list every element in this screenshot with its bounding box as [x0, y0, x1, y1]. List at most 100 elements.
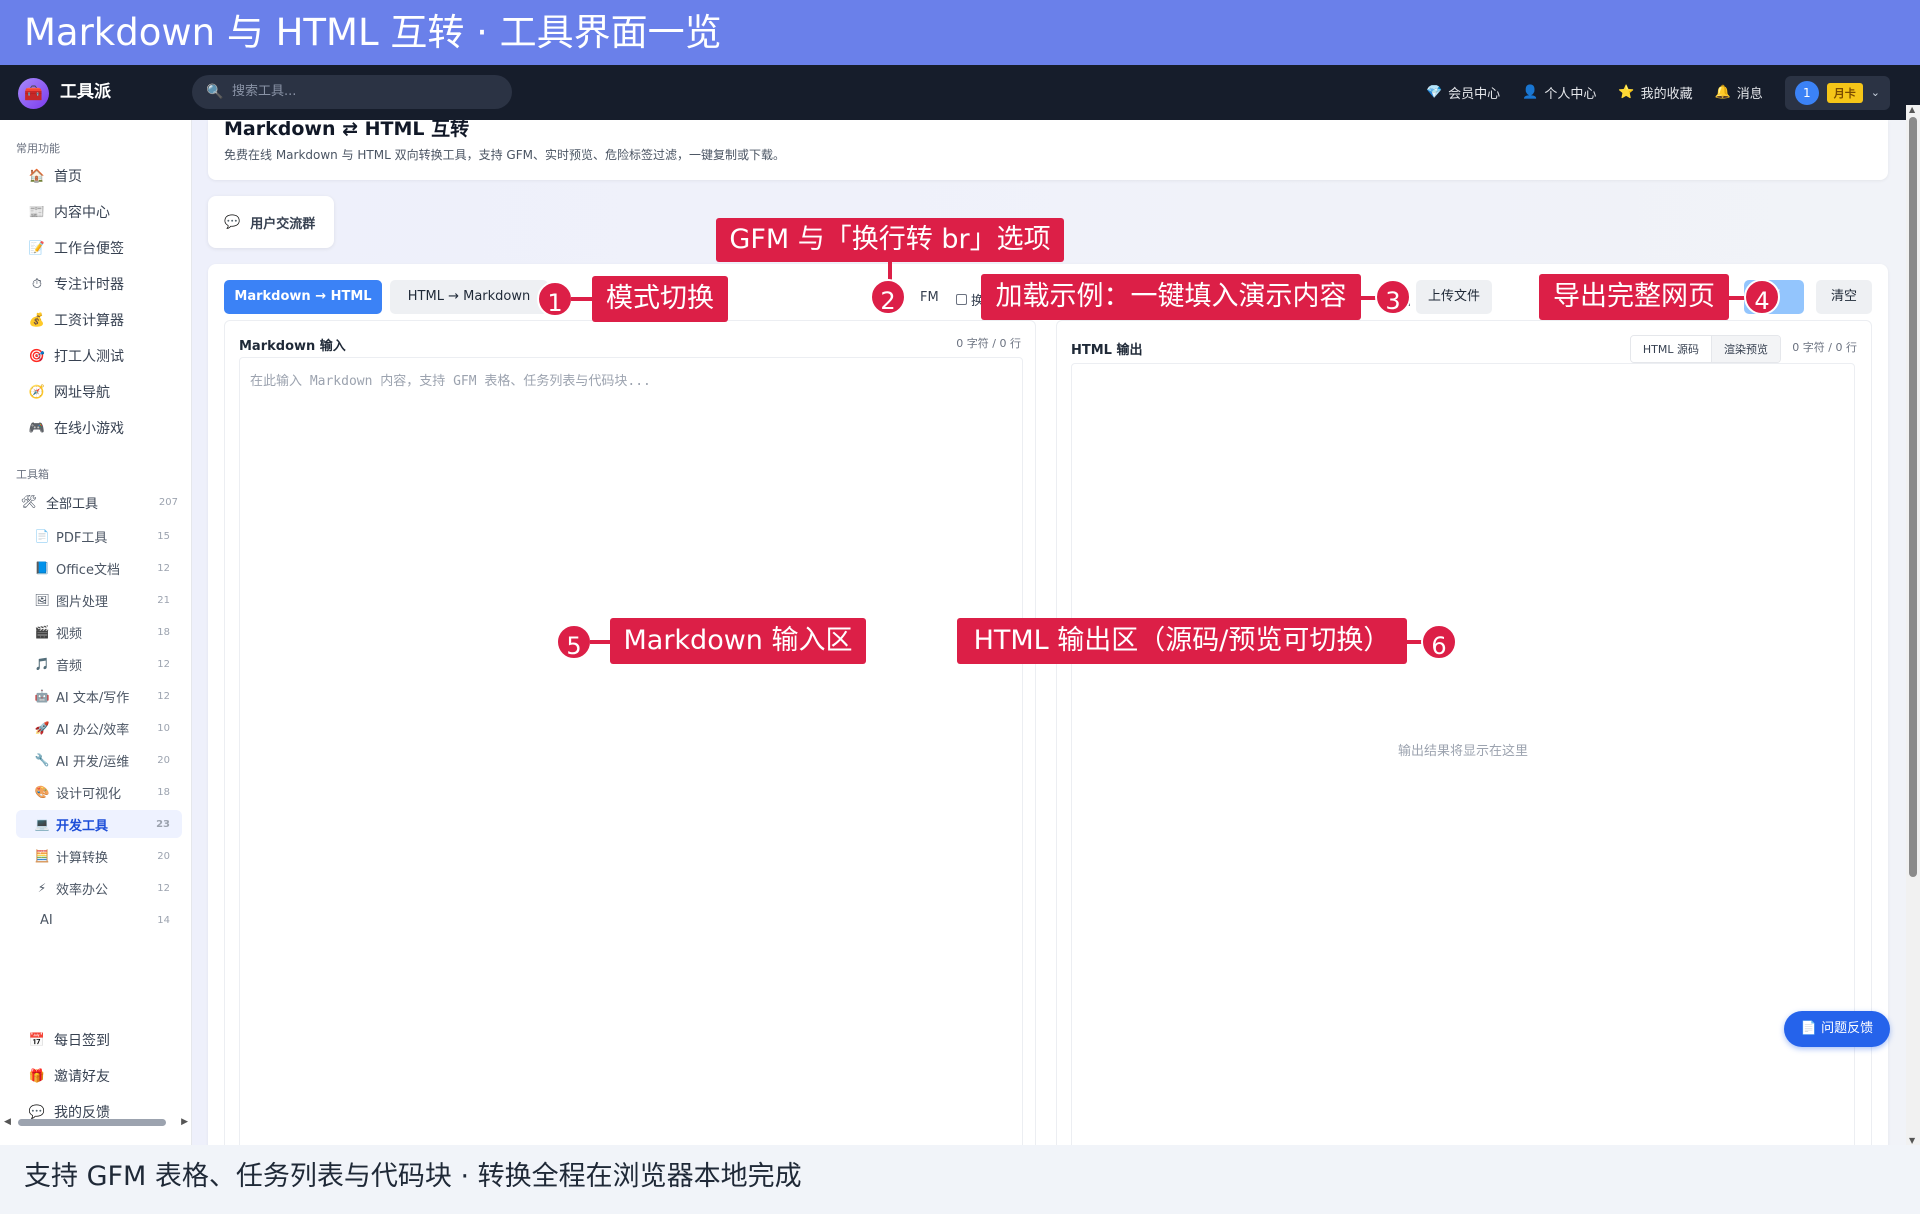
bottom-caption: 支持 GFM 表格、任务列表与代码块 · 转换全程在浏览器本地完成: [0, 1145, 1920, 1214]
annotation-connector: [571, 297, 593, 301]
gfm-option[interactable]: FM: [920, 290, 939, 305]
upload-file-button[interactable]: 上传文件: [1416, 280, 1492, 314]
user-menu[interactable]: 1 月卡 ⌄: [1784, 75, 1890, 110]
picture-icon: 🖼: [34, 593, 50, 607]
tab-render-preview[interactable]: 渲染预览: [1712, 336, 1780, 362]
nav-vip[interactable]: 💎 会员中心: [1426, 83, 1500, 102]
checkbox[interactable]: [956, 294, 967, 305]
scroll-down-icon[interactable]: ▼: [1909, 1136, 1915, 1145]
user-icon: 👤: [1522, 85, 1539, 100]
markdown-input[interactable]: 在此输入 Markdown 内容，支持 GFM 表格、任务列表与代码块...: [239, 357, 1023, 1145]
annotation-marker-6: 6: [1421, 624, 1457, 660]
annotation-label-1: 模式切换: [592, 276, 728, 322]
abacus-icon: 🧮: [34, 849, 50, 863]
nav-profile[interactable]: 👤 个人中心: [1522, 83, 1596, 102]
nav-favorites-label: 我的收藏: [1640, 87, 1693, 102]
scroll-right-icon[interactable]: ▶: [181, 1117, 188, 1127]
converter-card: Markdown → HTML HTML → Markdown FM 换行 例 …: [208, 264, 1888, 1145]
sidebar-category-audio[interactable]: 🎵 音频 12: [16, 650, 182, 678]
membership-badge: 月卡: [1826, 82, 1863, 103]
sidebar-item-all-tools[interactable]: 🛠 全部工具 207: [16, 486, 182, 518]
speech-bubble-icon: 💬: [28, 1104, 46, 1120]
category-count: 12: [157, 690, 170, 702]
feedback-button[interactable]: 📄 问题反馈: [1784, 1011, 1890, 1047]
sidebar-category-dev-tools[interactable]: 💻 开发工具 23: [16, 810, 182, 838]
logo-icon[interactable]: 🧰: [18, 78, 49, 109]
sidebar: 常用功能 🏠 首页 📰 内容中心 📝 工作台便签 ⏱ 专注计时器 💰 工资计算器 🎯 打工人…: [0, 120, 192, 1145]
sidebar-category-convert[interactable]: 🧮 计算转换 20: [16, 842, 182, 870]
sidebar-item-label: 邀请好友: [54, 1069, 110, 1085]
sidebar-item-invite[interactable]: 🎁 邀请好友: [16, 1060, 182, 1092]
sidebar-item-salary[interactable]: 💰 工资计算器: [16, 304, 182, 336]
mode-md-to-html-button[interactable]: Markdown → HTML: [224, 280, 382, 314]
page-header: Markdown ⇄ HTML 互转 免费在线 Markdown 与 HTML …: [208, 120, 1888, 180]
page-subtitle: 免费在线 Markdown 与 HTML 双向转换工具，支持 GFM、实时预览、…: [224, 148, 785, 162]
category-label: 视频: [56, 626, 83, 642]
nav-messages-label: 消息: [1736, 87, 1763, 102]
category-label: AI: [40, 912, 53, 928]
nav-favorites[interactable]: ⭐ 我的收藏: [1618, 83, 1692, 102]
sidebar-category-ai-dev[interactable]: 🔧 AI 开发/运维 20: [16, 746, 182, 774]
sidebar-item-timer[interactable]: ⏱ 专注计时器: [16, 268, 182, 300]
nav-messages[interactable]: 🔔 消息: [1715, 83, 1763, 102]
output-placeholder: 输出结果将显示在这里: [1397, 744, 1528, 759]
clear-button[interactable]: 清空: [1816, 280, 1872, 314]
search-input[interactable]: 🔍 搜索工具...: [192, 75, 512, 109]
annotation-marker-5: 5: [556, 624, 592, 660]
category-count: 20: [157, 754, 170, 766]
category-count: 23: [156, 818, 170, 830]
lightning-icon: ⚡: [37, 881, 47, 895]
target-icon: 🎯: [28, 348, 46, 364]
user-group-button[interactable]: 💬 用户交流群: [208, 196, 334, 248]
newspaper-icon: 📰: [28, 204, 46, 220]
sidebar-category-efficiency[interactable]: ⚡ 效率办公 12: [16, 874, 182, 902]
sidebar-item-home[interactable]: 🏠 首页: [16, 160, 182, 192]
tab-html-source[interactable]: HTML 源码: [1630, 336, 1712, 362]
category-count: 21: [157, 594, 170, 606]
sidebar-item-content[interactable]: 📰 内容中心: [16, 196, 182, 228]
tool-count: 207: [158, 496, 178, 508]
sidebar-category-video[interactable]: 🎬 视频 18: [16, 618, 182, 646]
compass-icon: 🧭: [28, 384, 46, 400]
avatar: 1: [1794, 80, 1819, 105]
sidebar-category-ai-office[interactable]: 🚀 AI 办公/效率 10: [16, 714, 182, 742]
sidebar-item-label: 全部工具: [46, 496, 99, 512]
category-count: 12: [157, 658, 170, 670]
sidebar-item-games[interactable]: 🎮 在线小游戏: [16, 412, 182, 444]
search-icon: 🔍: [206, 84, 224, 100]
wrench-icon: 🔧: [34, 753, 50, 767]
sidebar-category-ai[interactable]: AI 14: [16, 906, 182, 934]
scroll-left-icon[interactable]: ◀: [4, 1117, 11, 1127]
money-bag-icon: 💰: [28, 312, 46, 328]
annotation-label-6: HTML 输出区（源码/预览可切换）: [957, 618, 1407, 664]
sidebar-category-design[interactable]: 🎨 设计可视化 18: [16, 778, 182, 806]
annotation-label-3: 加载示例：一键填入演示内容: [981, 274, 1361, 320]
sidebar-category-image[interactable]: 🖼 图片处理 21: [16, 586, 182, 614]
banner-title: Markdown 与 HTML 互转 · 工具界面一览: [0, 0, 1920, 65]
sidebar-section-toolbox: 工具箱: [16, 468, 49, 481]
markdown-input-panel: Markdown 输入 0 字符 / 0 行 在此输入 Markdown 内容，…: [224, 320, 1036, 1145]
html-output[interactable]: 输出结果将显示在这里: [1071, 363, 1855, 1145]
sidebar-item-label: 每日签到: [54, 1033, 110, 1049]
sidebar-item-label: 网址导航: [54, 385, 110, 401]
robot-icon: 🤖: [34, 689, 50, 703]
annotation-label-4: 导出完整网页: [1539, 274, 1729, 320]
sidebar-item-my-feedback[interactable]: 💬 我的反馈: [16, 1096, 182, 1128]
sidebar-item-navigation[interactable]: 🧭 网址导航: [16, 376, 182, 408]
computer-icon: 💻: [34, 817, 50, 831]
scrollbar-thumb[interactable]: [1909, 117, 1917, 877]
scroll-up-icon[interactable]: ▲: [1909, 105, 1915, 114]
sidebar-category-ai-writing[interactable]: 🤖 AI 文本/写作 12: [16, 682, 182, 710]
sidebar-item-daily-checkin[interactable]: 📅 每日签到: [16, 1024, 182, 1056]
annotation-connector: [590, 640, 612, 644]
sidebar-category-office[interactable]: 📘 Office文档 12: [16, 554, 182, 582]
gamepad-icon: 🎮: [28, 420, 46, 436]
mode-html-to-md-button[interactable]: HTML → Markdown: [390, 280, 548, 314]
logo-text[interactable]: 工具派: [60, 65, 111, 120]
sidebar-item-notes[interactable]: 📝 工作台便签: [16, 232, 182, 264]
annotation-marker-4: 4: [1744, 279, 1780, 315]
sidebar-category-pdf[interactable]: 📄 PDF工具 15: [16, 522, 182, 550]
category-count: 18: [157, 786, 170, 798]
page-vertical-scrollbar[interactable]: ▲ ▼: [1906, 105, 1920, 1145]
sidebar-item-worker-test[interactable]: 🎯 打工人测试: [16, 340, 182, 372]
